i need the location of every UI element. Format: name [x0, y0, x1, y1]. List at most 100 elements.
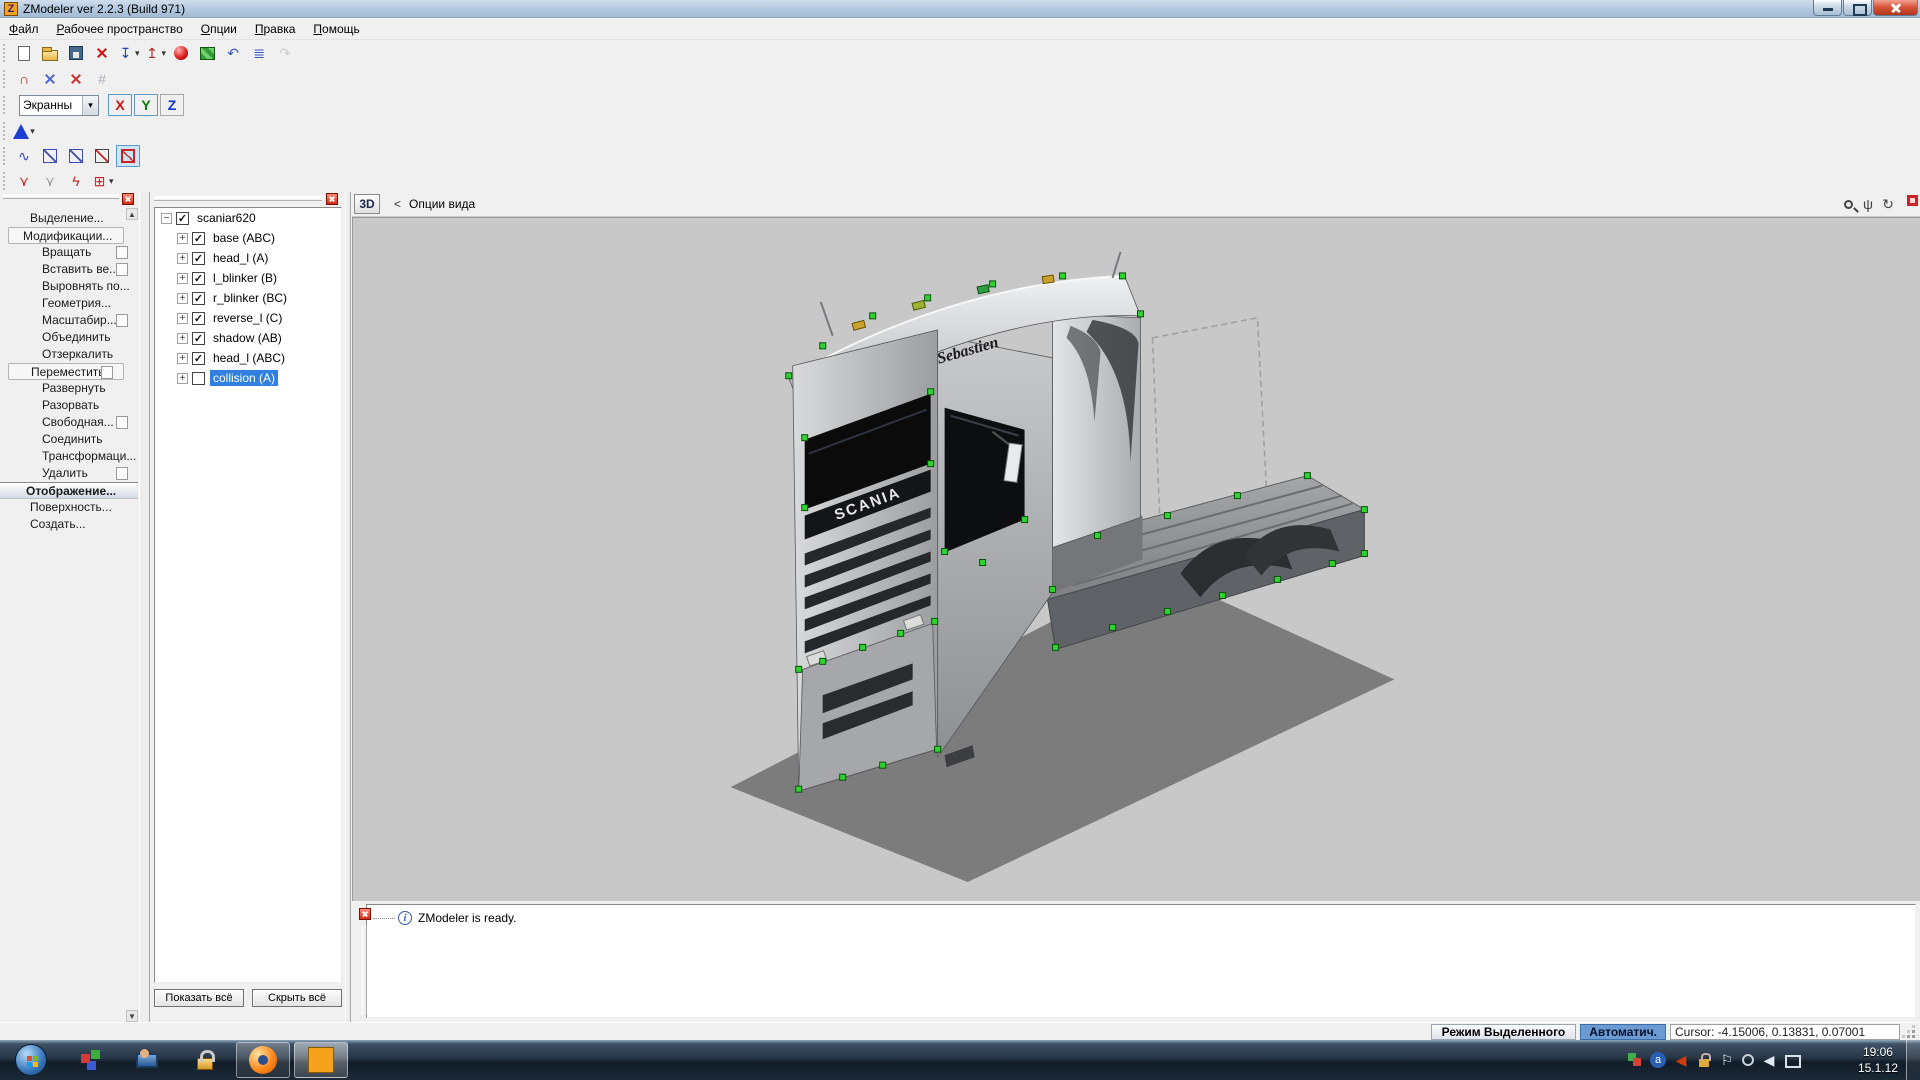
dropdown-arrow-icon[interactable]: ▾ — [30, 126, 35, 137]
taskbar-clock[interactable]: 19:06 15.1.12 — [1858, 1044, 1898, 1076]
toolbar-grip[interactable] — [3, 70, 7, 88]
show-desktop-button[interactable] — [1906, 1040, 1920, 1080]
network-icon[interactable] — [1784, 1052, 1800, 1068]
notification-flag-icon[interactable]: ⚐ — [1719, 1052, 1735, 1068]
chevron-down-icon[interactable]: ▾ — [82, 96, 98, 115]
selected-mode-button[interactable] — [116, 145, 140, 167]
polygons-mode-button[interactable] — [64, 145, 88, 167]
splitter[interactable] — [345, 192, 351, 1022]
panel-item-14[interactable]: Соединить — [0, 431, 138, 448]
viewport-maximize-button[interactable] — [1907, 195, 1918, 206]
expand-icon[interactable]: + — [177, 233, 188, 244]
toolbar-grip[interactable] — [3, 122, 7, 140]
panel-item-16[interactable]: Удалить — [0, 465, 138, 482]
auto-mode-button[interactable]: Автоматич. — [1580, 1024, 1666, 1040]
menu-item-5[interactable]: Помощь — [304, 20, 368, 38]
log-panel-close-button[interactable] — [359, 908, 371, 920]
axis-space-select[interactable]: Экранны ▾ — [19, 95, 99, 116]
edges-mode-button[interactable] — [38, 145, 62, 167]
panel-item-5[interactable]: Выровнять по... — [0, 278, 138, 295]
toolbar-grip[interactable] — [3, 172, 7, 190]
panel-item-8[interactable]: Объединить — [0, 329, 138, 346]
weld-vertices-button[interactable] — [38, 68, 62, 90]
panel-item-15[interactable]: Трансформаци... — [0, 448, 138, 465]
expand-icon[interactable]: + — [177, 293, 188, 304]
zmodeler-taskbar-button[interactable] — [294, 1042, 348, 1078]
collapse-icon[interactable]: − — [161, 213, 172, 224]
tree-node[interactable]: +✓reverse_l (C) — [171, 308, 341, 328]
material-sphere-button[interactable] — [169, 42, 193, 64]
expand-icon[interactable]: + — [177, 373, 188, 384]
hide-all-button[interactable]: Скрыть всё — [252, 989, 342, 1007]
save-button[interactable] — [64, 42, 88, 64]
export-button[interactable]: ↥▾ — [143, 42, 168, 64]
dropdown-arrow-icon[interactable]: ▾ — [162, 48, 167, 59]
tree-node[interactable]: +✓r_blinker (BC) — [171, 288, 341, 308]
checkbox-checked[interactable]: ✓ — [192, 332, 205, 345]
panel-item-7[interactable]: Масштабир... — [0, 312, 138, 329]
vertices-mode-button[interactable]: ∿ — [12, 145, 36, 167]
hide-unselected-button[interactable]: ⋎ — [38, 170, 62, 192]
checkbox-checked[interactable]: ✓ — [192, 292, 205, 305]
modeling-app-taskbar-button[interactable] — [62, 1042, 116, 1078]
tree-node[interactable]: +collision (A) — [171, 368, 341, 388]
media-volume-icon[interactable]: ◀ — [1673, 1052, 1689, 1068]
checkbox-checked[interactable]: ✓ — [176, 212, 189, 225]
open-folder-button[interactable] — [38, 42, 62, 64]
pan-button[interactable]: ψ — [1858, 194, 1878, 214]
snap-to-grid-button[interactable]: # — [90, 68, 114, 90]
new-document-button[interactable] — [12, 42, 36, 64]
start-button[interactable] — [4, 1042, 58, 1078]
zoom-button[interactable] — [1838, 194, 1858, 214]
menu-item-1[interactable]: Файл — [0, 20, 48, 38]
language-indicator-icon[interactable] — [1650, 1052, 1666, 1068]
tree-node[interactable]: +✓head_l (ABC) — [171, 348, 341, 368]
panel-item-17[interactable]: Отображение... — [0, 482, 138, 499]
tree-node[interactable]: +✓head_l (A) — [171, 248, 341, 268]
viewport-tab-3d[interactable]: 3D — [354, 194, 380, 214]
checkbox-unchecked[interactable] — [192, 372, 205, 385]
resize-grip[interactable] — [1904, 1025, 1916, 1039]
expand-icon[interactable]: + — [177, 333, 188, 344]
script-list-button[interactable]: ≣ — [247, 42, 271, 64]
objects-mode-button[interactable] — [90, 145, 114, 167]
tree-root-node[interactable]: −✓scaniar620 — [155, 208, 341, 228]
splitter[interactable] — [139, 192, 150, 1022]
panel-item-option-box[interactable] — [101, 366, 113, 379]
messenger-app-taskbar-button[interactable] — [120, 1042, 174, 1078]
panel-item-18[interactable]: Поверхность... — [0, 499, 138, 516]
panel-item-19[interactable]: Создать... — [0, 516, 138, 533]
viewport-canvas[interactable]: Vout Sebastien SCANIA — [352, 217, 1920, 901]
action-center-icon[interactable] — [1627, 1052, 1643, 1068]
panel-item-11[interactable]: Развернуть — [0, 380, 138, 397]
texture-browser-button[interactable] — [195, 42, 219, 64]
scroll-up-icon[interactable]: ▲ — [126, 208, 138, 220]
snap-magnet-button[interactable]: ∩ — [12, 68, 36, 90]
panel-item-6[interactable]: Геометрия... — [0, 295, 138, 312]
tree-node[interactable]: +✓base (ABC) — [171, 228, 341, 248]
panel-item-4[interactable]: Вставить ве... — [0, 261, 138, 278]
delete-button[interactable] — [90, 42, 114, 64]
panel-item-10[interactable]: Переместить — [8, 363, 124, 380]
dropdown-arrow-icon[interactable]: ▾ — [109, 176, 114, 187]
axis-y-button[interactable]: Y — [134, 94, 158, 116]
commands-panel-close-button[interactable] — [122, 193, 134, 205]
orbit-button[interactable]: ↻ — [1878, 194, 1898, 214]
touch-input-icon[interactable] — [1742, 1054, 1754, 1066]
expand-icon[interactable]: + — [177, 353, 188, 364]
hide-selected-button[interactable]: ⋎ — [12, 170, 36, 192]
expand-icon[interactable]: + — [177, 273, 188, 284]
render-options-button[interactable]: ⊞▾ — [90, 170, 115, 192]
checkbox-checked[interactable]: ✓ — [192, 272, 205, 285]
commands-panel-scrollbar[interactable]: ▲ ▼ — [126, 208, 138, 1022]
show-all-button[interactable]: Показать всё — [154, 989, 244, 1007]
expand-icon[interactable]: + — [177, 253, 188, 264]
panel-item-2[interactable]: Модификации... — [8, 227, 124, 244]
animation-mode-button[interactable]: ϟ — [64, 170, 88, 192]
volume-icon[interactable]: ◀ — [1761, 1052, 1777, 1068]
dropdown-arrow-icon[interactable]: ▾ — [135, 48, 140, 59]
scroll-down-icon[interactable]: ▼ — [126, 1010, 138, 1022]
import-button[interactable]: ↧▾ — [116, 42, 141, 64]
security-lock-icon[interactable] — [1696, 1052, 1712, 1068]
expand-icon[interactable]: + — [177, 313, 188, 324]
